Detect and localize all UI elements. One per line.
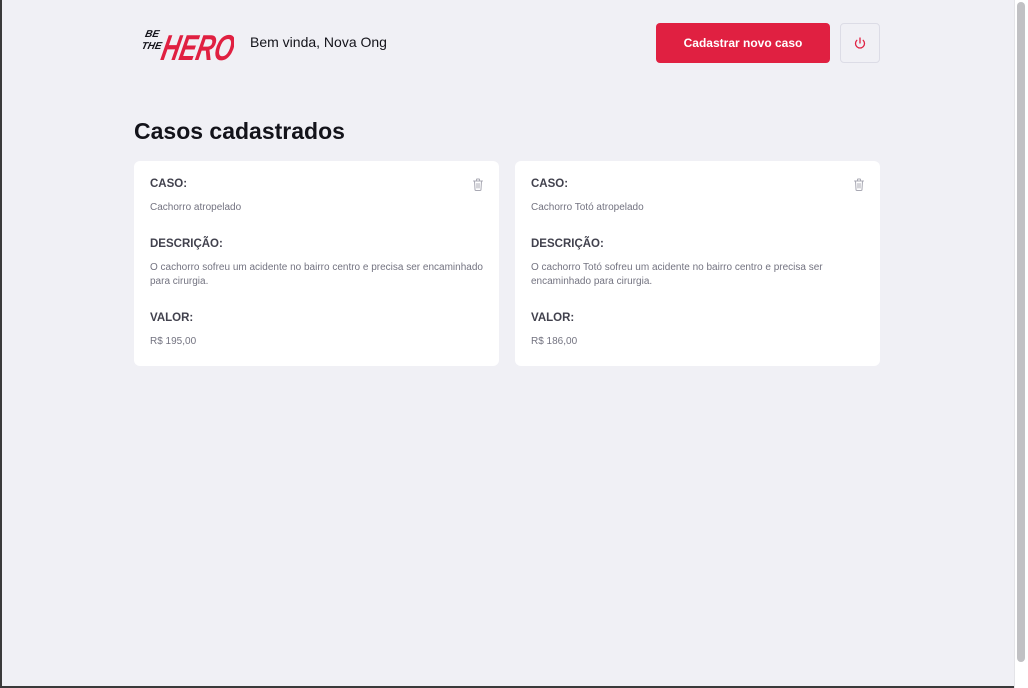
trash-icon [473, 178, 483, 191]
case-card: CASO: Cachorro atropelado DESCRIÇÃO: O c… [134, 161, 499, 366]
new-case-button[interactable]: Cadastrar novo caso [656, 23, 830, 63]
window-left-edge [0, 0, 2, 688]
profile-header: BE THE HERO Bem vinda, Nova Ong Cadastra… [134, 0, 880, 86]
welcome-text: Bem vinda, Nova Ong [250, 34, 387, 50]
delete-case-button[interactable] [471, 177, 485, 191]
logout-button[interactable] [840, 23, 880, 63]
case-description: O cachorro Totó sofreu um acidente no ba… [531, 262, 823, 287]
case-description: O cachorro sofreu um acidente no bairro … [150, 262, 483, 287]
scrollbar-thumb[interactable] [1017, 2, 1025, 662]
delete-case-button[interactable] [852, 177, 866, 191]
be-the-hero-logo: BE THE HERO [140, 27, 234, 65]
page-title: Casos cadastrados [134, 118, 345, 144]
description-label: DESCRIÇÃO: [150, 238, 223, 250]
case-value: R$ 195,00 [150, 336, 197, 347]
trash-icon [854, 178, 864, 191]
svg-text:HERO: HERO [158, 27, 234, 65]
value-label: VALOR: [150, 312, 194, 324]
description-label: DESCRIÇÃO: [531, 238, 604, 250]
profile-container: BE THE HERO Bem vinda, Nova Ong Cadastra… [134, 0, 880, 366]
svg-text:THE: THE [140, 41, 163, 52]
case-list: CASO: Cachorro atropelado DESCRIÇÃO: O c… [134, 161, 880, 366]
power-icon [854, 37, 866, 49]
case-label: CASO: [531, 178, 569, 190]
case-label: CASO: [150, 178, 188, 190]
case-title: Cachorro Totó atropelado [531, 202, 644, 213]
svg-text:BE: BE [144, 29, 160, 40]
case-title: Cachorro atropelado [150, 202, 242, 213]
case-card: CASO: Cachorro Totó atropelado DESCRIÇÃO… [515, 161, 880, 366]
case-value: R$ 186,00 [531, 336, 578, 347]
new-case-button-label: Cadastrar novo caso [683, 36, 803, 50]
value-label: VALOR: [531, 312, 575, 324]
scrollbar-track[interactable] [1014, 0, 1028, 688]
app-window: BE THE HERO Bem vinda, Nova Ong Cadastra… [0, 0, 1028, 688]
